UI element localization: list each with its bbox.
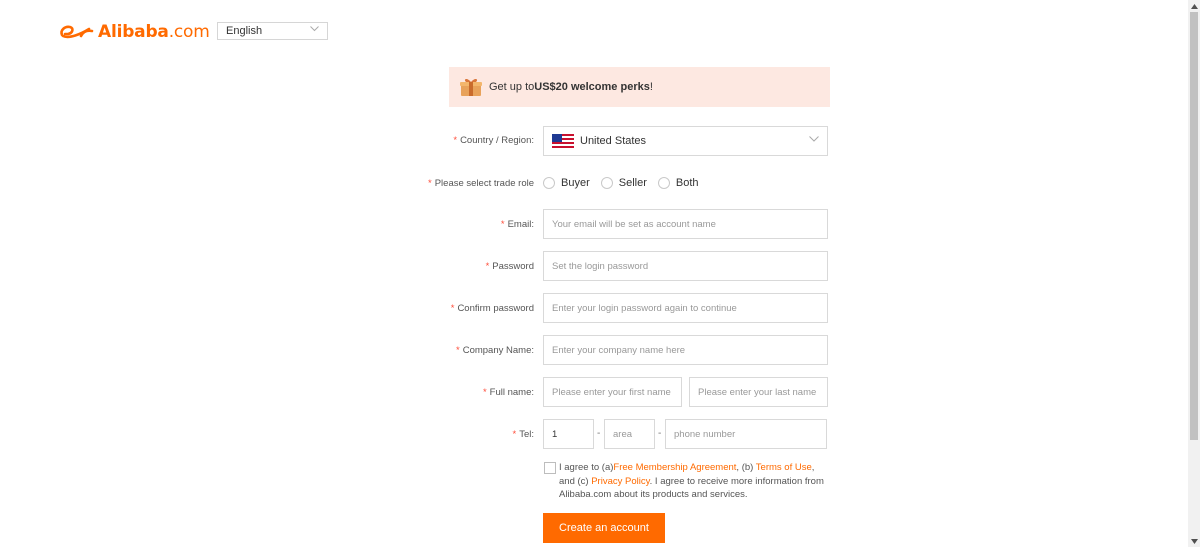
scroll-down-icon[interactable] xyxy=(1190,537,1198,545)
tel-separator: - xyxy=(597,428,601,439)
logo-text: Alibaba.com xyxy=(98,22,210,42)
area-code-field[interactable]: area xyxy=(604,419,655,449)
welcome-perks-banner: Get up to US$20 welcome perks! xyxy=(449,67,830,107)
confirm-password-label: * Confirm password xyxy=(450,303,534,314)
alibaba-logo-icon xyxy=(60,25,94,39)
scroll-thumb[interactable] xyxy=(1190,12,1198,440)
agreement-text: I agree to (a)Free Membership Agreement,… xyxy=(559,462,824,500)
us-flag-icon xyxy=(552,134,574,148)
country-label: * Country / Region: xyxy=(453,135,534,146)
country-select[interactable]: United States xyxy=(543,126,828,156)
alibaba-logo[interactable]: Alibaba.com xyxy=(59,20,210,44)
first-name-field[interactable]: Please enter your first name xyxy=(543,377,682,407)
radio-button[interactable] xyxy=(543,177,555,189)
radio-button[interactable] xyxy=(657,177,670,189)
terms-of-use-link[interactable]: Terms of Use xyxy=(756,462,812,473)
confirm-password-field[interactable]: Enter your login password again to conti… xyxy=(543,293,828,323)
page-scrollbar[interactable] xyxy=(1188,0,1200,547)
language-value: English xyxy=(226,25,263,37)
password-field[interactable]: Set the login password xyxy=(543,251,828,281)
country-value: United States xyxy=(580,135,647,147)
language-select[interactable]: English xyxy=(217,22,328,40)
role-both[interactable]: Both xyxy=(657,177,699,189)
privacy-policy-link[interactable]: Privacy Policy xyxy=(591,476,649,487)
chevron-down-icon xyxy=(809,136,819,142)
company-name-label: * Company Name: xyxy=(456,345,534,356)
free-membership-agreement-link[interactable]: Free Membership Agreement xyxy=(613,462,736,473)
email-label: * Email: xyxy=(500,219,534,230)
agreement-block: I agree to (a)Free Membership Agreement,… xyxy=(544,461,830,502)
create-account-button[interactable]: Create an account xyxy=(543,513,665,543)
company-name-field[interactable]: Enter your company name here xyxy=(543,335,828,365)
password-label: * Password xyxy=(485,261,534,272)
perks-prefix: Get up to xyxy=(489,81,535,93)
country-code-field[interactable]: 1 xyxy=(543,419,594,449)
perks-amount: US$20 welcome perks xyxy=(534,81,650,93)
scroll-up-icon[interactable] xyxy=(1190,2,1198,10)
radio-button[interactable] xyxy=(600,177,613,189)
role-seller[interactable]: Seller xyxy=(600,177,647,189)
trade-role-label: * Please select trade role xyxy=(428,178,534,189)
last-name-field[interactable]: Please enter your last name xyxy=(689,377,828,407)
agree-checkbox[interactable] xyxy=(544,462,556,474)
perks-suffix: ! xyxy=(649,81,653,93)
phone-number-field[interactable]: phone number xyxy=(665,419,827,449)
email-field[interactable]: Your email will be set as account name xyxy=(543,209,828,239)
trade-role-group: Buyer Seller Both xyxy=(543,175,710,191)
gift-icon xyxy=(460,78,482,96)
chevron-down-icon xyxy=(310,26,319,32)
full-name-label: * Full name: xyxy=(482,387,534,398)
tel-label: * Tel: xyxy=(512,429,535,440)
role-buyer[interactable]: Buyer xyxy=(543,177,590,189)
tel-separator: - xyxy=(658,428,662,439)
